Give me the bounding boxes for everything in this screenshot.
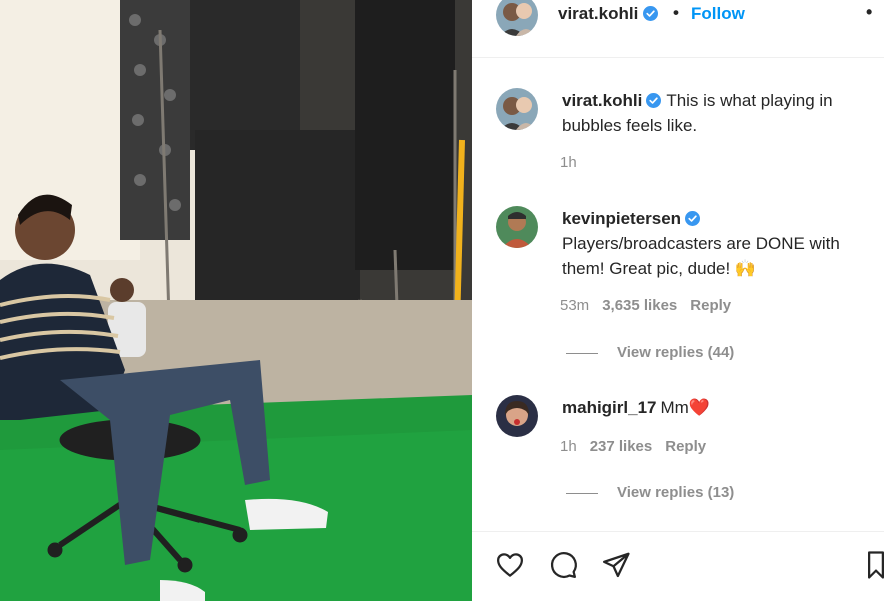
comment-likes[interactable]: 3,635 likes bbox=[602, 297, 677, 314]
comment-item: mahigirl_17 Mm❤️ 1h 237 likes Reply View re… bbox=[472, 395, 884, 505]
more-options-icon[interactable]: • bbox=[866, 2, 873, 23]
post-header: virat.kohli • Follow • bbox=[472, 0, 884, 58]
comment-time[interactable]: 53m bbox=[560, 297, 589, 314]
comment-likes[interactable]: 237 likes bbox=[590, 438, 653, 455]
comment-username[interactable]: kevinpietersen bbox=[562, 209, 681, 228]
caption-meta: 1h bbox=[560, 154, 590, 171]
post-action-bar bbox=[472, 531, 884, 601]
heart-icon[interactable] bbox=[494, 550, 526, 580]
author-username-group[interactable]: virat.kohli bbox=[558, 4, 658, 24]
comment-reply-button[interactable]: Reply bbox=[690, 297, 731, 314]
commenter-avatar[interactable] bbox=[496, 206, 538, 248]
comment-reply-button[interactable]: Reply bbox=[665, 438, 706, 455]
comment-body: mahigirl_17 Mm❤️ bbox=[562, 395, 872, 420]
header-separator: • bbox=[673, 3, 679, 22]
commenter-avatar[interactable] bbox=[496, 395, 538, 437]
caption-body: virat.kohli This is what playing in bubbl… bbox=[562, 88, 872, 138]
post-photo[interactable] bbox=[0, 0, 472, 601]
comment-meta: 1h 237 likes Reply bbox=[560, 438, 719, 455]
replies-divider bbox=[566, 352, 598, 354]
follow-button[interactable]: Follow bbox=[691, 4, 745, 24]
caption-avatar[interactable] bbox=[496, 88, 538, 130]
comment-item: kevinpietersen Players/broadcasters are … bbox=[472, 206, 884, 366]
author-avatar[interactable] bbox=[496, 0, 538, 36]
view-replies-button[interactable]: View replies (44) bbox=[566, 344, 734, 361]
verified-badge-icon bbox=[646, 93, 662, 108]
comment-body: kevinpietersen Players/broadcasters are … bbox=[562, 206, 872, 281]
comment-meta: 53m 3,635 likes Reply bbox=[560, 297, 744, 314]
view-replies-button[interactable]: View replies (13) bbox=[566, 484, 734, 501]
post-caption: virat.kohli This is what playing in bubbl… bbox=[472, 88, 884, 183]
comment-time[interactable]: 1h bbox=[560, 438, 577, 455]
caption-time[interactable]: 1h bbox=[560, 154, 577, 171]
replies-divider bbox=[566, 492, 598, 494]
comment-icon[interactable] bbox=[547, 550, 579, 580]
view-replies-label[interactable]: View replies (13) bbox=[617, 484, 734, 501]
view-replies-label[interactable]: View replies (44) bbox=[617, 344, 734, 361]
comment-text: Players/broadcasters are DONE with them!… bbox=[562, 234, 840, 278]
author-username[interactable]: virat.kohli bbox=[558, 4, 638, 23]
comment-username[interactable]: mahigirl_17 bbox=[562, 398, 657, 417]
share-icon[interactable] bbox=[600, 550, 632, 580]
post-side-panel: virat.kohli • Follow • virat.kohli This i… bbox=[472, 0, 884, 601]
comment-text: Mm❤️ bbox=[660, 398, 711, 417]
post-photo-illustration bbox=[0, 0, 472, 601]
bookmark-icon[interactable] bbox=[866, 550, 884, 580]
caption-username[interactable]: virat.kohli bbox=[562, 91, 642, 110]
verified-badge-icon bbox=[685, 211, 701, 226]
verified-badge-icon bbox=[642, 6, 658, 21]
